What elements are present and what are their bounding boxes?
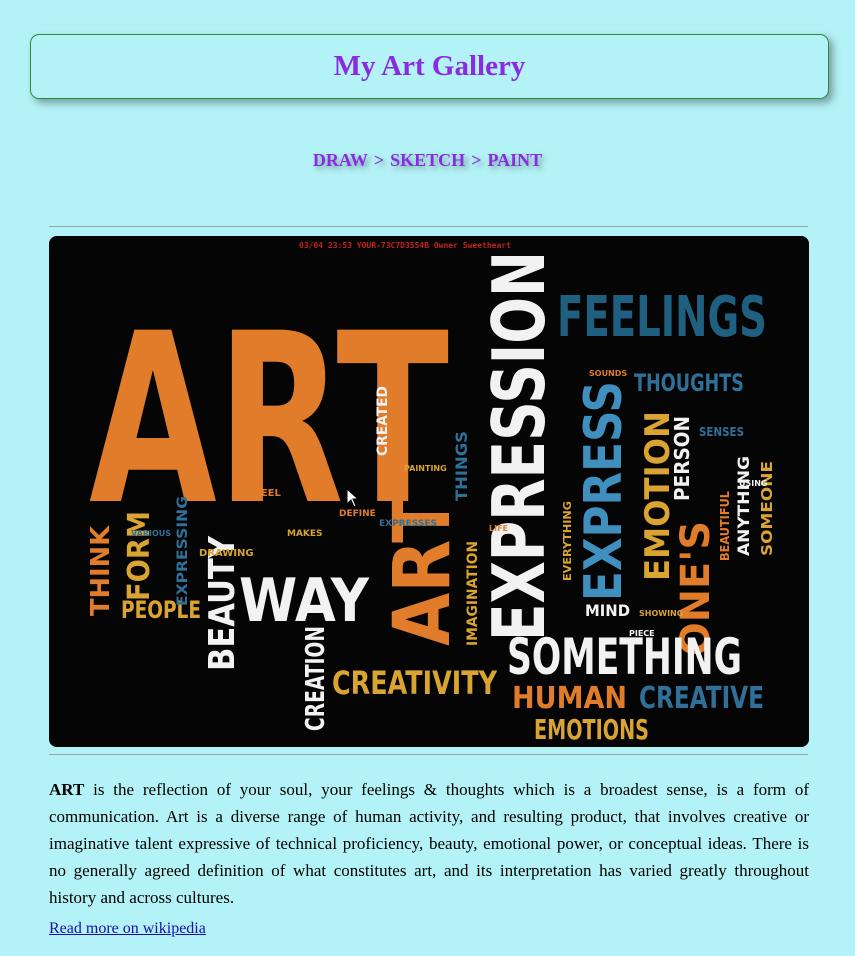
image-status-text: 03/04 23:53 YOUR-73C7D3554B Owner Sweeth… <box>299 241 511 250</box>
site-title: My Art Gallery <box>333 50 526 82</box>
svg-text:EMOTIONS: EMOTIONS <box>534 713 649 746</box>
svg-text:FEEL: FEEL <box>254 488 281 499</box>
svg-text:EXPRESSION: EXPRESSION <box>477 251 561 641</box>
svg-text:PAINTING: PAINTING <box>404 464 447 473</box>
svg-text:CREATIVE: CREATIVE <box>639 681 764 716</box>
svg-text:SOMETHING: SOMETHING <box>507 628 742 686</box>
svg-text:PERSON: PERSON <box>670 416 694 501</box>
svg-text:THOUGHTS: THOUGHTS <box>634 369 744 397</box>
svg-text:SHOWING: SHOWING <box>639 609 683 618</box>
svg-text:MIND: MIND <box>585 601 630 620</box>
svg-text:CREATION: CREATION <box>301 626 331 731</box>
svg-text:SOUNDS: SOUNDS <box>589 369 627 378</box>
divider-bottom <box>49 754 808 755</box>
svg-text:VARIOUS: VARIOUS <box>131 529 171 538</box>
svg-text:FEELINGS: FEELINGS <box>557 285 767 350</box>
breadcrumb-item-draw[interactable]: DRAW <box>313 150 368 170</box>
svg-text:EXPRESSING: EXPRESSING <box>175 496 191 606</box>
svg-text:SENSES: SENSES <box>699 425 744 439</box>
breadcrumb-item-sketch[interactable]: SKETCH <box>390 150 465 170</box>
svg-text:THINK: THINK <box>86 525 116 616</box>
svg-text:CREATED: CREATED <box>375 386 391 456</box>
breadcrumb: DRAW > SKETCH > PAINT <box>0 150 855 171</box>
svg-text:LIFE: LIFE <box>489 524 508 533</box>
art-description-text: is the reflection of your soul, your fee… <box>49 780 809 907</box>
svg-text:USING: USING <box>739 479 768 488</box>
breadcrumb-separator: > <box>471 150 482 170</box>
page: My Art Gallery DRAW > SKETCH > PAINT 03/04 2… <box>0 0 855 956</box>
svg-text:PIECE: PIECE <box>629 629 655 638</box>
svg-text:EXPRESSES: EXPRESSES <box>379 519 437 529</box>
mouse-cursor-icon <box>346 488 360 508</box>
svg-text:ANYTHING: ANYTHING <box>734 456 753 556</box>
breadcrumb-separator: > <box>373 150 385 170</box>
svg-text:BEAUTIFUL: BEAUTIFUL <box>718 491 732 561</box>
art-lead-word: ART <box>49 780 85 799</box>
divider-top <box>49 226 808 227</box>
art-word-cloud-image: 03/04 23:53 YOUR-73C7D3554B Owner Sweeth… <box>49 236 809 747</box>
breadcrumb-item-paint[interactable]: PAINT <box>487 150 542 170</box>
svg-text:MAKES: MAKES <box>287 529 323 539</box>
svg-text:EVERYTHING: EVERYTHING <box>561 501 574 581</box>
art-description: ART is the reflection of your soul, your… <box>49 776 809 911</box>
svg-text:FORM: FORM <box>122 511 157 601</box>
svg-text:DRAWING: DRAWING <box>199 548 254 559</box>
svg-text:IMAGINATION: IMAGINATION <box>465 541 481 646</box>
svg-text:HUMAN: HUMAN <box>512 681 627 716</box>
wikipedia-link[interactable]: Read more on wikipedia <box>49 920 206 938</box>
site-header: My Art Gallery <box>30 34 829 99</box>
svg-text:EXPRESS: EXPRESS <box>574 381 634 601</box>
svg-text:WAY: WAY <box>239 566 370 636</box>
svg-text:THINGS: THINGS <box>452 431 471 501</box>
svg-text:SOMEONE: SOMEONE <box>758 461 776 556</box>
svg-text:DEFINE: DEFINE <box>339 509 376 519</box>
svg-text:CREATIVITY: CREATIVITY <box>332 664 498 702</box>
